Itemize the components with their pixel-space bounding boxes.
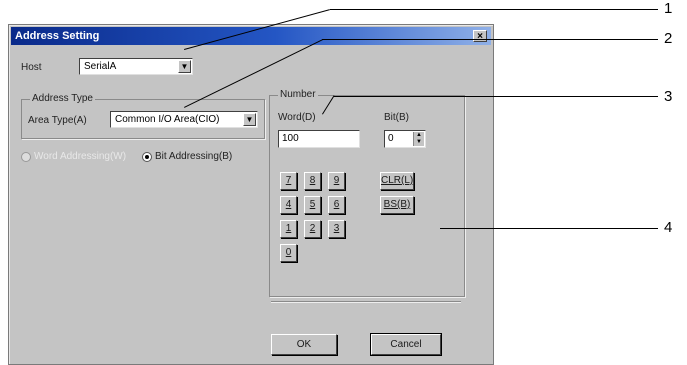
backspace-button[interactable]: BS(B): [380, 196, 414, 214]
word-input[interactable]: 100: [278, 130, 360, 148]
callout-line-2: [322, 39, 658, 40]
area-type-select[interactable]: Common I/O Area(CIO) ▼: [110, 111, 258, 128]
bit-input-value: 0: [388, 133, 394, 144]
key-6-button[interactable]: 6: [328, 196, 345, 214]
word-addressing-radio[interactable]: [21, 152, 31, 162]
cancel-button[interactable]: Cancel: [370, 333, 442, 356]
key-9-button[interactable]: 9: [328, 172, 345, 190]
key-3-button[interactable]: 3: [328, 220, 345, 238]
bit-input[interactable]: 0 ▲ ▼: [384, 130, 426, 148]
bit-addressing-radio[interactable]: [142, 152, 152, 162]
key-0-button[interactable]: 0: [280, 244, 297, 262]
bit-label: Bit(B): [384, 112, 409, 123]
key-1-button[interactable]: 1: [280, 220, 297, 238]
clear-button[interactable]: CLR(L): [380, 172, 414, 190]
key-7-button[interactable]: 7: [280, 172, 297, 190]
key-2-button[interactable]: 2: [304, 220, 321, 238]
host-select[interactable]: SerialA ▼: [79, 58, 193, 75]
address-type-group-label: Address Type: [30, 93, 95, 104]
chevron-down-icon[interactable]: ▼: [178, 60, 191, 73]
number-group: Number Word(D) Bit(B) 100 0 ▲ ▼ 7 8 9 4 5…: [269, 89, 465, 297]
key-5-button[interactable]: 5: [304, 196, 321, 214]
address-type-group: Address Type Area Type(A) Common I/O Are…: [21, 93, 265, 139]
chevron-down-icon[interactable]: ▼: [243, 113, 256, 126]
key-8-button[interactable]: 8: [304, 172, 321, 190]
separator: [271, 301, 461, 302]
callout-number-1: 1: [664, 0, 673, 17]
callout-line-4: [440, 228, 658, 229]
callout-line-1: [330, 9, 658, 10]
area-type-select-value: Common I/O Area(CIO): [115, 114, 220, 125]
word-addressing-label: Word Addressing(W): [34, 151, 127, 162]
key-4-button[interactable]: 4: [280, 196, 297, 214]
word-label: Word(D): [278, 112, 316, 123]
bit-addressing-label: Bit Addressing(B): [155, 151, 233, 162]
number-group-label: Number: [278, 89, 318, 100]
close-icon[interactable]: ×: [473, 30, 487, 42]
callout-line-3: [334, 96, 658, 97]
area-type-label: Area Type(A): [28, 115, 87, 126]
callout-number-3: 3: [664, 88, 673, 105]
ok-button[interactable]: OK: [271, 334, 337, 355]
host-label: Host: [21, 62, 42, 73]
dialog-title: Address Setting: [15, 30, 100, 42]
spin-arrows-icon[interactable]: ▲ ▼: [413, 132, 424, 146]
callout-number-2: 2: [664, 30, 673, 47]
host-select-value: SerialA: [84, 61, 117, 72]
callout-number-4: 4: [664, 219, 673, 236]
